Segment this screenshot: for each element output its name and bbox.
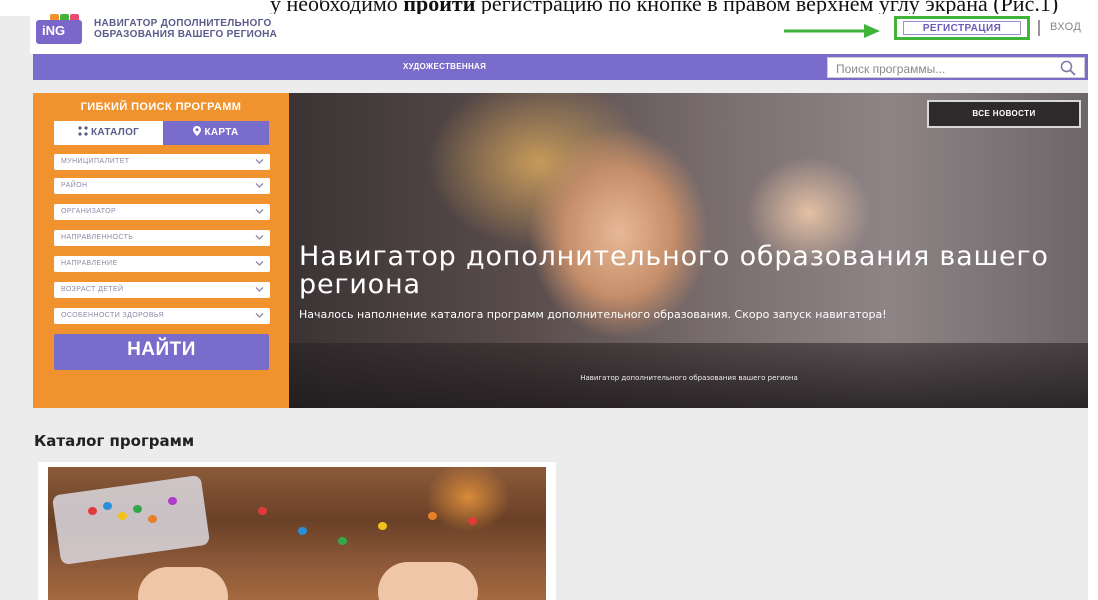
nav-item-art[interactable]: ХУДОЖЕСТВЕННАЯ: [403, 62, 486, 71]
program-search: [827, 57, 1085, 78]
filter-title: ГИБКИЙ ПОИСК ПРОГРАММ: [80, 101, 242, 113]
banner-caption: Навигатор дополнительного образования ва…: [580, 374, 798, 382]
tab-catalog-label: КАТАЛОГ: [90, 127, 140, 138]
search-input[interactable]: [828, 60, 1048, 78]
select-district[interactable]: РАЙОН: [54, 178, 270, 194]
select-direction[interactable]: НАПРАВЛЕНИЕ: [54, 256, 270, 272]
banner-title: Навигатор дополнительного образования ва…: [299, 241, 1049, 300]
page-edge: [1088, 0, 1098, 600]
tab-map[interactable]: КАРТА: [163, 121, 269, 145]
select-organizer[interactable]: ОРГАНИЗАТОР: [54, 204, 270, 220]
register-highlight: РЕГИСТРАЦИЯ: [894, 16, 1030, 40]
select-child-age-label: ВОЗРАСТ ДЕТЕЙ: [61, 286, 124, 293]
brand-name: НАВИГАТОР ДОПОЛНИТЕЛЬНОГО ОБРАЗОВАНИЯ ВА…: [94, 18, 277, 40]
select-district-label: РАЙОН: [61, 182, 88, 189]
brand-line-1: НАВИГАТОР ДОПОЛНИТЕЛЬНОГО: [94, 18, 272, 29]
site-header: iNG НАВИГАТОР ДОПОЛНИТЕЛЬНОГО ОБРАЗОВАНИ…: [30, 14, 1098, 54]
catalog-heading: Каталог программ: [34, 432, 195, 450]
chevron-down-icon: [255, 209, 264, 214]
login-link[interactable]: ВХОД: [1050, 21, 1081, 33]
news-banner[interactable]: ВСЕ НОВОСТИ Навигатор дополнительного об…: [289, 93, 1089, 408]
map-pin-icon: [193, 126, 202, 136]
select-direction-label: НАПРАВЛЕНИЕ: [61, 260, 118, 267]
select-health-features-label: ОСОБЕННОСТИ ЗДОРОВЬЯ: [61, 312, 165, 319]
chevron-down-icon: [255, 313, 264, 318]
select-municipality-label: МУНИЦИПАЛИТЕТ: [61, 158, 130, 165]
select-child-age[interactable]: ВОЗРАСТ ДЕТЕЙ: [54, 282, 270, 298]
green-arrow-icon: [784, 24, 880, 38]
grid-icon: [77, 126, 88, 136]
site-logo[interactable]: iNG: [36, 14, 82, 44]
tab-catalog[interactable]: КАТАЛОГ: [54, 121, 163, 145]
chevron-down-icon: [255, 287, 264, 292]
logo-mark: iNG: [36, 20, 82, 44]
select-orientation-label: НАПРАВЛЕННОСТЬ: [61, 234, 134, 241]
banner-subtitle: Началось наполнение каталога программ до…: [299, 308, 887, 321]
bead-tray: [51, 474, 211, 566]
select-health-features[interactable]: ОСОБЕННОСТИ ЗДОРОВЬЯ: [54, 308, 270, 324]
program-card[interactable]: [38, 462, 556, 600]
chevron-down-icon: [255, 261, 264, 266]
chevron-down-icon: [255, 159, 264, 164]
header-divider: [1038, 20, 1040, 36]
find-button[interactable]: НАЙТИ: [54, 334, 269, 370]
category-nav: ХУДОЖЕСТВЕННАЯ: [33, 54, 1089, 80]
select-organizer-label: ОРГАНИЗАТОР: [61, 208, 117, 215]
search-icon[interactable]: [1060, 60, 1076, 76]
program-card-image: [48, 467, 546, 600]
chevron-down-icon: [255, 183, 264, 188]
tab-map-label: КАРТА: [204, 127, 239, 138]
all-news-button[interactable]: ВСЕ НОВОСТИ: [927, 100, 1081, 128]
register-button[interactable]: РЕГИСТРАЦИЯ: [903, 21, 1021, 35]
select-orientation[interactable]: НАПРАВЛЕННОСТЬ: [54, 230, 270, 246]
select-municipality[interactable]: МУНИЦИПАЛИТЕТ: [54, 154, 270, 170]
chevron-down-icon: [255, 235, 264, 240]
brand-line-2: ОБРАЗОВАНИЯ ВАШЕГО РЕГИОНА: [94, 29, 278, 40]
filter-panel: ГИБКИЙ ПОИСК ПРОГРАММ КАТАЛОГ КАРТА МУНИ…: [33, 93, 289, 408]
